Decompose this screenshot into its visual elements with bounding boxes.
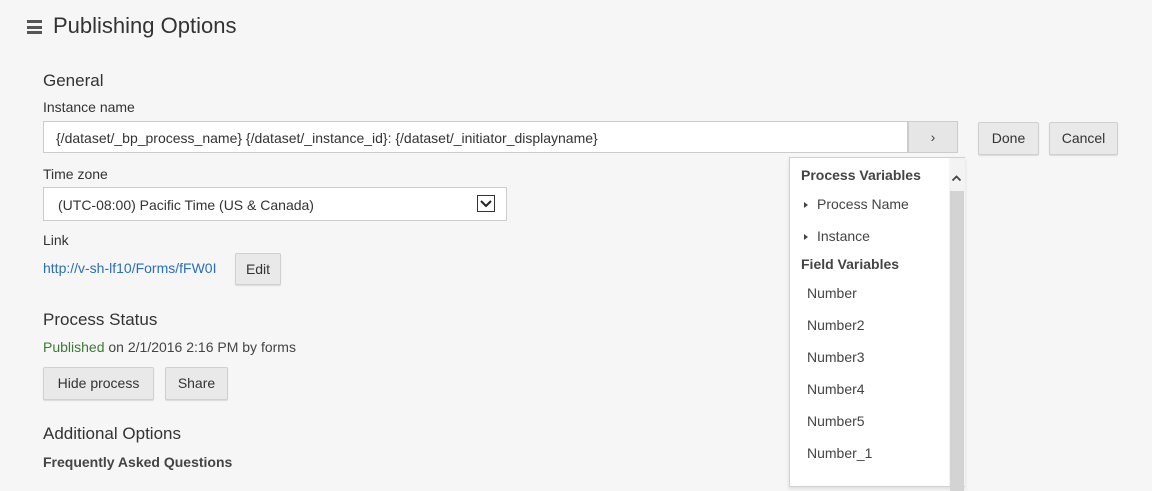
insert-variable-button[interactable]: › bbox=[908, 121, 958, 153]
menu-icon[interactable] bbox=[27, 20, 42, 34]
hide-process-button[interactable]: Hide process bbox=[43, 367, 154, 400]
scrollbar-thumb[interactable] bbox=[950, 191, 964, 491]
form-link[interactable]: http://v-sh-lf10/Forms/fFW0I bbox=[43, 260, 216, 276]
process-variables-group: Process Variables bbox=[801, 167, 921, 183]
caret-right-icon bbox=[804, 234, 808, 241]
additional-options-heading: Additional Options bbox=[43, 424, 181, 443]
list-item[interactable]: Instance bbox=[804, 228, 870, 244]
instance-name-label: Instance name bbox=[43, 99, 135, 115]
status-badge: Published bbox=[43, 339, 105, 355]
list-item[interactable]: Process Name bbox=[804, 196, 909, 212]
chevron-down-icon[interactable] bbox=[477, 195, 495, 212]
link-label: Link bbox=[43, 232, 69, 248]
done-button[interactable]: Done bbox=[978, 122, 1039, 155]
list-item[interactable]: Number3 bbox=[807, 349, 865, 365]
variable-dropdown[interactable]: Process Variables Process Name Instance … bbox=[789, 157, 965, 491]
time-zone-value: (UTC-08:00) Pacific Time (US & Canada) bbox=[58, 197, 314, 213]
caret-right-icon bbox=[804, 202, 808, 209]
general-heading: General bbox=[43, 71, 104, 90]
list-item[interactable]: Number bbox=[807, 285, 857, 301]
share-button[interactable]: Share bbox=[165, 367, 228, 400]
time-zone-select[interactable]: (UTC-08:00) Pacific Time (US & Canada) bbox=[43, 187, 507, 221]
list-item[interactable]: Number2 bbox=[807, 317, 865, 333]
field-variables-group: Field Variables bbox=[801, 256, 900, 272]
cancel-button[interactable]: Cancel bbox=[1049, 122, 1118, 155]
time-zone-label: Time zone bbox=[43, 166, 108, 182]
chevron-up-icon[interactable] bbox=[951, 171, 962, 182]
page-title: Publishing Options bbox=[53, 13, 237, 38]
process-status-heading: Process Status bbox=[43, 310, 158, 329]
status-text: Published on 2/1/2016 2:16 PM by forms bbox=[43, 339, 296, 355]
list-item[interactable]: Number4 bbox=[807, 381, 865, 397]
list-item[interactable]: Number_1 bbox=[807, 445, 872, 461]
edit-link-button[interactable]: Edit bbox=[235, 253, 281, 285]
faq-label: Frequently Asked Questions bbox=[43, 454, 233, 470]
instance-name-input[interactable]: {/dataset/_bp_process_name} {/dataset/_i… bbox=[43, 121, 908, 153]
status-detail: on 2/1/2016 2:16 PM by forms bbox=[104, 339, 296, 355]
list-item[interactable]: Number5 bbox=[807, 413, 865, 429]
